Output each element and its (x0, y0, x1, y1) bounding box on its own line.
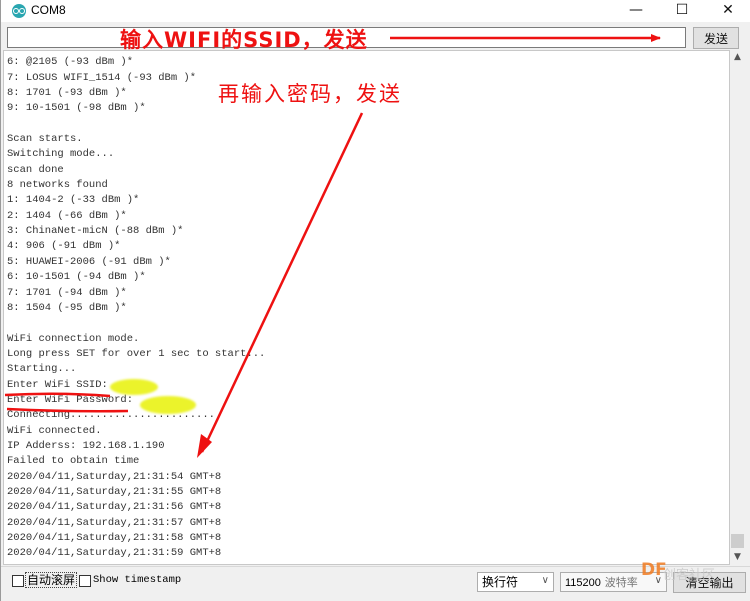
show-timestamp-checkbox[interactable] (79, 575, 91, 587)
maximize-button[interactable]: ☐ (659, 0, 705, 22)
baud-rate-unit: 波特率 (604, 576, 638, 589)
output-line: 3: ChinaNet-micN (-88 dBm )* (7, 225, 184, 238)
output-line: WiFi connection mode. (7, 332, 140, 345)
chevron-down-icon: ∨ (541, 575, 549, 586)
scroll-down-icon[interactable]: ▼ (730, 550, 745, 565)
autoscroll-label[interactable]: 自动滚屏 (24, 572, 78, 588)
output-line: Switching mode... (7, 148, 115, 161)
output-line: 2020/04/11,Saturday,21:31:56 GMT+8 (7, 501, 222, 514)
bottom-toolbar: 自动滚屏 Show timestamp 换行符 ∨ 115200 波特率 ∨ 清… (1, 566, 750, 596)
output-line: 6: 10-1501 (-94 dBm )* (7, 271, 146, 284)
vertical-scrollbar[interactable]: ▲ ▼ (730, 50, 745, 565)
output-line: 7: 1701 (-94 dBm )* (7, 286, 127, 299)
watermark-text: 创客社区 (663, 568, 716, 583)
output-lines: 5: ChinaNet-NYJ5 (-93 dBm )*6: @2105 (-9… (7, 51, 266, 562)
window-title: COM8 (31, 3, 66, 17)
output-line: 6: @2105 (-93 dBm )* (7, 56, 134, 69)
output-line: 7: LOSUS WIFI_1514 (-93 dBm )* (7, 71, 197, 84)
output-line: 2: 1404 (-66 dBm )* (7, 209, 127, 222)
autoscroll-checkbox[interactable] (12, 575, 24, 587)
output-line: 2020/04/11,Saturday,21:31:58 GMT+8 (7, 532, 222, 544)
output-line: 2020/04/11,Saturday,21:31:54 GMT+8 (7, 470, 222, 483)
output-line: 2020/04/11,Saturday,21:31:57 GMT+8 (7, 516, 222, 529)
output-line: 5: HUAWEI-2006 (-91 dBm )* (7, 255, 171, 268)
send-input[interactable] (7, 27, 686, 48)
output-line: scan done (7, 163, 64, 176)
output-line: 8: 1504 (-95 dBm )* (7, 301, 127, 314)
output-line: Starting... (7, 363, 77, 376)
scrollbar-thumb[interactable] (731, 534, 744, 548)
output-line: WiFi connected. (7, 424, 102, 437)
baud-rate-value: 115200 (565, 577, 601, 589)
output-line: Enter WiFi Password: (7, 393, 140, 406)
arduino-logo-icon (12, 4, 26, 18)
output-line: 8: 1701 (-93 dBm )* (7, 87, 127, 100)
output-line: 1: 1404-2 (-33 dBm )* (7, 194, 140, 207)
close-button[interactable]: ✕ (705, 0, 750, 22)
output-line: 4: 906 (-91 dBm )* (7, 240, 121, 253)
output-line: Long press SET for over 1 sec to start..… (7, 347, 266, 360)
output-line: Connecting....................... (7, 409, 215, 422)
title-bar: COM8 — ☐ ✕ (1, 0, 750, 22)
output-line: 2020/04/11,Saturday,21:31:59 GMT+8 (7, 547, 222, 560)
output-line: 2020/04/11,Saturday,21:31:55 GMT+8 (7, 485, 222, 498)
line-ending-select[interactable]: 换行符 ∨ (477, 572, 554, 592)
minimize-button[interactable]: — (613, 0, 659, 22)
output-line: 9: 10-1501 (-98 dBm )* (7, 102, 146, 115)
output-line: Enter WiFi SSID: (7, 378, 115, 391)
show-timestamp-label[interactable]: Show timestamp (93, 574, 181, 586)
serial-output[interactable]: 5: ChinaNet-NYJ5 (-93 dBm )*6: @2105 (-9… (3, 50, 730, 565)
scroll-up-icon[interactable]: ▲ (730, 50, 745, 65)
output-line: 8 networks found (7, 179, 108, 192)
output-line: Failed to obtain time (7, 455, 140, 468)
line-ending-value: 换行符 (482, 575, 519, 589)
output-line: IP Adderss: 192.168.1.190 (7, 439, 165, 452)
serial-monitor-window: COM8 — ☐ ✕ 发送 5: ChinaNet-NYJ5 (-93 dBm … (0, 0, 750, 601)
output-line: Scan starts. (7, 133, 83, 146)
send-button[interactable]: 发送 (693, 27, 739, 49)
